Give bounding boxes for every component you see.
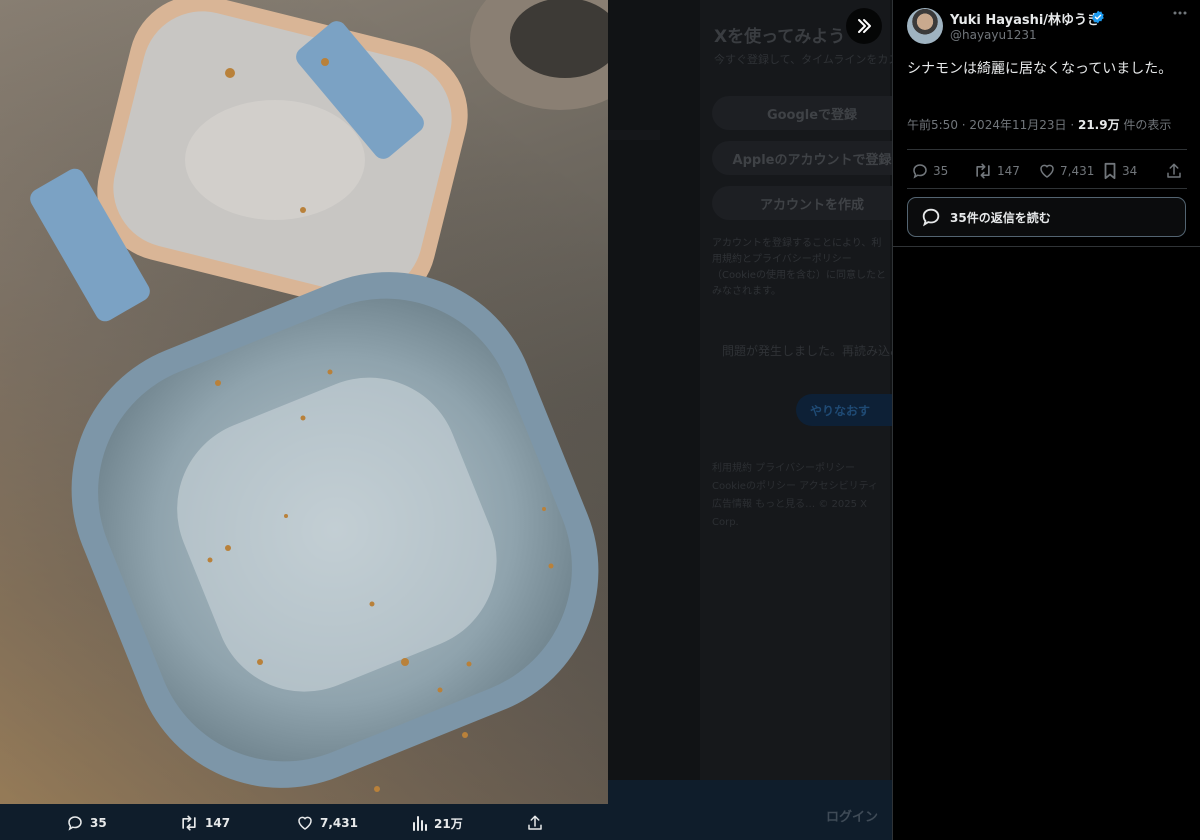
repost-button[interactable]: 147 [973,162,1020,180]
tweet-sidebar: Yuki Hayashi/林ゆうき @hayayu1231 シナモンは綺麗に居な… [892,0,1200,840]
backdrop-error-text: 問題が発生しました。再読み込みしてください。 [722,344,892,358]
media-views-count: 21万 [434,816,463,831]
tweet-view-count: 21.9万 [1077,118,1120,132]
share-icon [1167,163,1181,178]
read-replies-label: 35件の返信を読む [950,210,1051,225]
backdrop-google-button: Googleで登録 [712,96,892,130]
heart-icon [1040,164,1054,178]
media-reply-count: 35 [90,816,107,830]
share-icon [528,815,542,830]
backdrop-title: Xを使ってみよう [714,27,846,47]
reply-icon [68,816,82,831]
tweet-date[interactable]: 2024年11月23日 [969,118,1066,132]
repost-count: 147 [997,164,1020,178]
heart-icon [298,816,312,830]
divider [893,246,1200,247]
tweet-time[interactable]: 午前5:50 [907,118,958,132]
like-count: 7,431 [1060,164,1095,178]
divider [907,188,1187,189]
divider [907,149,1187,150]
double-chevron-right-icon [858,19,871,33]
expand-sidebar-button[interactable] [846,8,882,44]
media-share-button[interactable] [526,814,544,832]
media-reply-button[interactable]: 35 [66,814,107,832]
reply-button[interactable]: 35 [911,162,948,180]
reply-icon [913,164,927,179]
repost-icon [976,163,990,179]
media-like-count: 7,431 [320,816,358,830]
media-views-button[interactable]: 21万 [412,815,463,832]
backdrop-login-button: ログイン [826,810,879,825]
views-chart-icon [413,816,427,831]
repost-icon [182,815,196,831]
photo-illustration [0,0,608,804]
chat-bubble-icon [922,208,940,227]
tweet-photo[interactable] [0,0,608,804]
backdrop-apple-button: Appleのアカウントで登録 [712,141,892,175]
bookmark-button[interactable]: 34 [1102,162,1137,180]
meta-separator: · [1070,118,1078,132]
reply-count: 35 [933,164,949,178]
tweet-meta: 午前5:50 · 2024年11月23日 · 21.9万 件の表示 [907,116,1171,133]
author-display-name[interactable]: Yuki Hayashi/林ゆうき [950,9,1100,28]
tweet-view-label: 件の表示 [1123,118,1172,132]
more-options-icon[interactable] [1173,10,1187,16]
author-handle[interactable]: @hayayu1231 [950,28,1037,42]
media-action-bar: 35 147 7,431 21万 [0,806,608,840]
media-repost-button[interactable]: 147 [179,814,230,832]
media-like-button[interactable]: 7,431 [296,814,358,832]
read-replies-button[interactable]: 35件の返信を読む [907,197,1186,237]
media-repost-count: 147 [205,816,231,830]
verified-badge-icon [1092,10,1104,24]
share-button[interactable] [1165,162,1183,180]
bookmark-count: 34 [1122,164,1138,178]
avatar[interactable] [907,8,943,44]
bookmark-icon [1104,162,1116,180]
backdrop-footer: 利用規約 プライバシーポリシー Cookieのポリシー アクセシビリティ 広告情… [712,463,879,528]
tweet-text: シナモンは綺麗に居なくなっていました。 [907,61,1173,77]
backdrop-terms-note: アカウントを登録することにより、利用規約とプライバシーポリシー（Cookieの使… [712,238,886,297]
backdrop-subtitle: 今すぐ登録して、タイムラインをカスタマイズしましょう。 [714,53,892,66]
backdrop-retry-button: やりなおす [796,394,892,426]
like-button[interactable]: 7,431 [1038,162,1094,180]
backdrop-create-account-button: アカウントを作成 [712,186,892,220]
